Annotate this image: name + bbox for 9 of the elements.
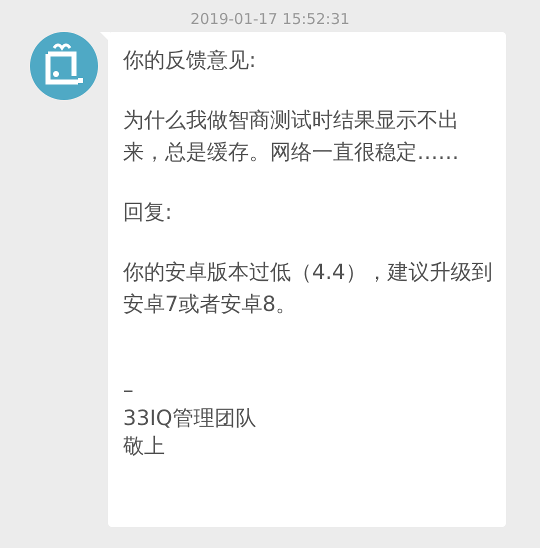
signature-line: 敬上	[123, 433, 166, 460]
message-paragraph: 你的安卓版本过低（4.4），建议升级到安卓7或者安卓8。	[123, 259, 493, 318]
section-label: 你的反馈意见:	[123, 47, 258, 74]
timestamp: 2019-01-17 15:52:31	[189, 9, 351, 30]
signature-line: –	[123, 377, 134, 404]
section-label: 回复:	[123, 199, 174, 226]
avatar-icon	[30, 32, 98, 100]
signature-line: 33IQ管理团队	[123, 405, 258, 432]
message-paragraph: 为什么我做智商测试时结果显示不出来，总是缓存。网络一直很稳定……	[123, 107, 460, 166]
